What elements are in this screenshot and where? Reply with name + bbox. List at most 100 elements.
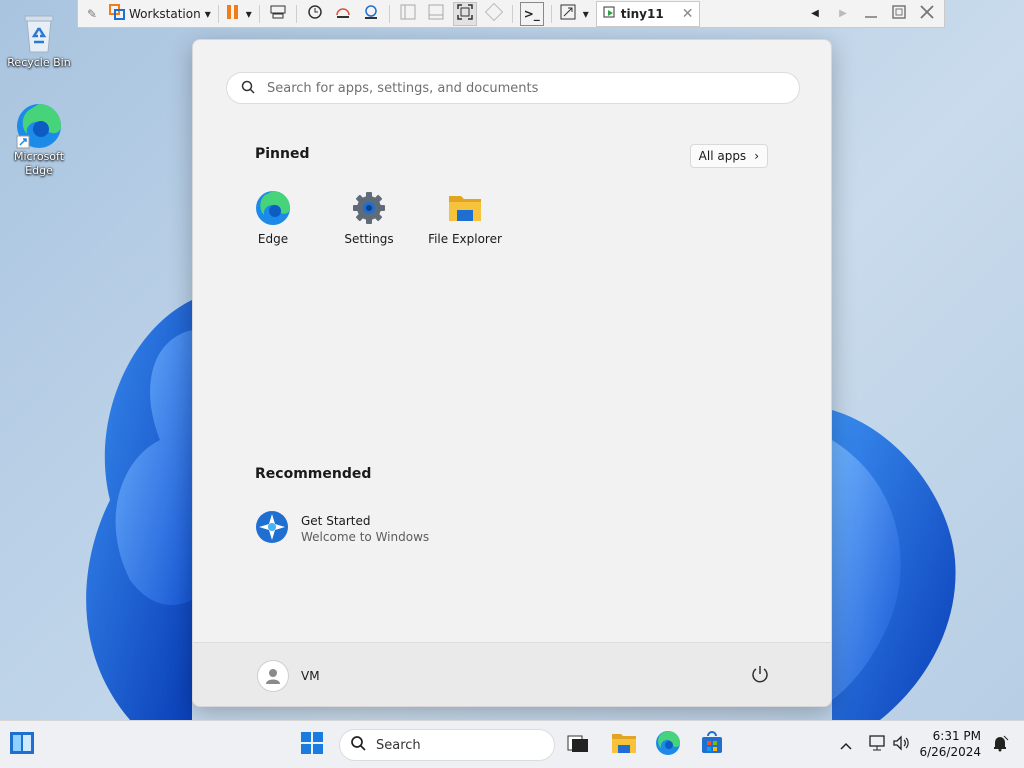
workstation-menu-button[interactable]: Workstation ▾ [109, 3, 211, 25]
pin-toolbar-button[interactable]: ✎ [81, 3, 103, 25]
edge-icon [15, 102, 63, 150]
pinned-app-label: Edge [257, 232, 289, 246]
start-search-input[interactable] [265, 79, 769, 97]
taskbar-clock[interactable]: 6:31 PM 6/26/2024 [919, 728, 981, 760]
taskbar-file-explorer[interactable] [608, 729, 640, 761]
minimize-button[interactable] [860, 3, 882, 25]
taskbar: Search 6:31 PM 6/26/2024 [0, 720, 1024, 768]
chevron-down-icon: ▾ [204, 6, 211, 21]
chevron-up-icon [839, 736, 853, 755]
close-icon [918, 3, 936, 24]
toolbar-separator [511, 4, 513, 23]
snapshot-manager-icon [362, 3, 380, 24]
vm-tab-tiny11[interactable]: tiny11 ✕ [595, 0, 701, 27]
library-panel-icon [399, 3, 417, 24]
widgets-button[interactable] [6, 729, 38, 761]
settings-gear-icon [351, 190, 387, 226]
pause-icon [226, 4, 240, 23]
notification-bell-icon [991, 734, 1009, 756]
pinned-app-file-explorer[interactable]: File Explorer [417, 190, 513, 246]
widgets-icon [9, 731, 35, 759]
console-view-button[interactable]: >_ [519, 1, 544, 26]
recommended-item-get-started[interactable]: Get Started Welcome to Windows [255, 510, 429, 548]
stretch-guest-button[interactable]: ▾ [559, 3, 589, 25]
workstation-menu-label: Workstation [129, 6, 201, 21]
vm-tab-label: tiny11 [620, 6, 664, 21]
get-started-icon [255, 510, 289, 548]
show-thumbnail-bar-button[interactable] [425, 3, 447, 25]
stretch-icon [559, 3, 577, 24]
desktop-icon-recycle-bin[interactable]: Recycle Bin [2, 8, 76, 70]
terminal-icon: >_ [523, 6, 540, 21]
pinned-section-title: Pinned [255, 146, 310, 162]
task-view-button[interactable] [562, 729, 594, 761]
chevron-left-icon: ◀ [811, 8, 819, 19]
edge-icon [655, 730, 681, 760]
restore-button[interactable] [888, 3, 910, 25]
pinned-app-label: File Explorer [428, 232, 502, 246]
close-icon[interactable]: ✕ [682, 6, 694, 22]
unity-mode-button[interactable] [483, 2, 505, 25]
take-snapshot-button[interactable] [304, 3, 326, 25]
start-button[interactable] [296, 729, 328, 761]
start-menu: Pinned All apps › Edge [192, 39, 832, 707]
taskbar-microsoft-store[interactable] [696, 729, 728, 761]
edge-icon [255, 190, 291, 226]
show-library-button[interactable] [397, 3, 419, 25]
desktop-icon-microsoft-edge[interactable]: Microsoft Edge [2, 102, 76, 178]
power-button[interactable] [749, 663, 771, 685]
chevron-right-icon: ▶ [839, 8, 847, 19]
user-account-button[interactable]: VM [257, 660, 320, 692]
chevron-right-icon: › [754, 149, 759, 163]
restore-icon [890, 3, 908, 24]
snapshot-manager-button[interactable] [360, 3, 382, 25]
taskbar-edge[interactable] [652, 729, 684, 761]
notifications-button[interactable] [984, 729, 1016, 761]
toolbar-separator [388, 4, 390, 23]
revert-snapshot-button[interactable] [332, 3, 354, 25]
clock-time: 6:31 PM [932, 729, 981, 743]
minimize-icon [862, 3, 880, 24]
network-icon [868, 734, 888, 756]
pinned-app-label: Settings [344, 232, 394, 246]
avatar [257, 660, 289, 692]
revert-snapshot-icon [334, 3, 352, 24]
keyboard-icon [269, 4, 287, 23]
start-search-box[interactable] [226, 72, 800, 104]
snapshot-clock-icon [306, 3, 324, 24]
toolbar-separator [295, 4, 297, 23]
volume-button[interactable] [886, 729, 918, 761]
vm-running-icon [603, 5, 617, 22]
unity-icon [484, 2, 503, 24]
desktop-icon-label: Recycle Bin [7, 56, 71, 69]
recommended-item-subtitle: Welcome to Windows [301, 530, 430, 544]
exit-full-screen-button[interactable] [916, 3, 938, 25]
vmware-toolbar: ✎ Workstation ▾ ▾ >_ ▾ tiny11 ✕ ◀ ▶ [77, 0, 945, 28]
folder-icon [447, 190, 483, 226]
recommended-section-title: Recommended [255, 466, 372, 482]
pinned-app-edge[interactable]: Edge [225, 190, 321, 246]
windows-logo-icon [301, 732, 323, 758]
taskbar-search-box[interactable]: Search [339, 729, 555, 761]
folder-icon [611, 731, 637, 759]
pinned-app-settings[interactable]: Settings [321, 190, 417, 246]
send-ctrl-alt-del-button[interactable] [267, 3, 289, 25]
desktop-icon-label: Microsoft Edge [13, 150, 65, 177]
scroll-tabs-left-button[interactable]: ◀ [804, 3, 826, 25]
power-icon [749, 666, 771, 689]
full-screen-button[interactable] [452, 1, 477, 26]
chevron-down-icon: ▾ [582, 6, 589, 21]
pause-vm-button[interactable]: ▾ [226, 3, 252, 25]
all-apps-button[interactable]: All apps › [689, 144, 768, 168]
start-menu-footer: VM [193, 642, 831, 706]
taskbar-search-label: Search [376, 737, 421, 753]
scroll-tabs-right-button[interactable]: ▶ [832, 3, 854, 25]
toolbar-separator [258, 4, 260, 23]
thumbnail-bar-icon [427, 3, 445, 24]
search-icon [241, 79, 255, 98]
toolbar-separator [550, 4, 552, 23]
pin-icon: ✎ [86, 6, 98, 21]
toolbar-separator [217, 4, 219, 23]
show-hidden-icons-button[interactable] [830, 729, 862, 761]
chevron-down-icon: ▾ [245, 6, 252, 21]
